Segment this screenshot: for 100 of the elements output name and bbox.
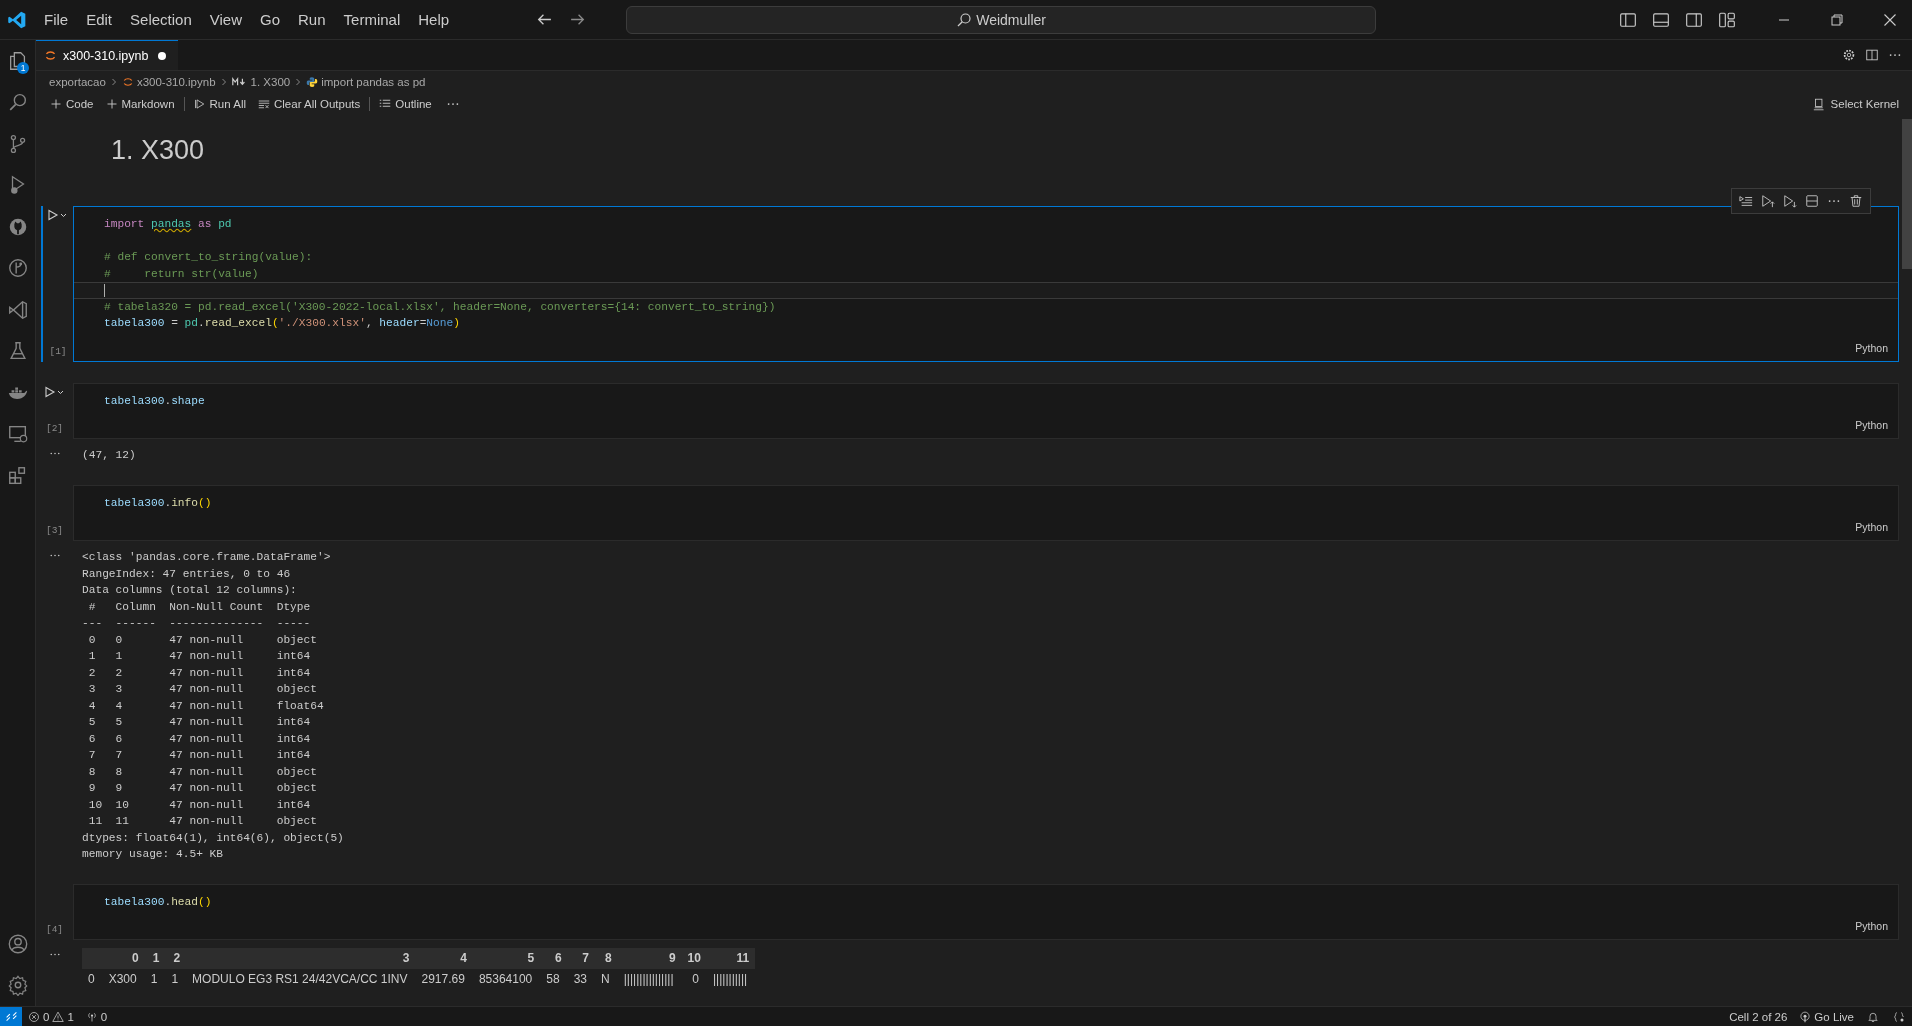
toolbar-button[interactable]: Clear All Outputs [252, 98, 367, 110]
row-index: 0 [82, 969, 103, 990]
output-line: dtypes: float64(1), int64(6), object(5) [82, 830, 344, 846]
code-cell[interactable]: tabela300.info() Python [73, 484, 1899, 541]
chevron-icon [220, 77, 227, 87]
run-cell-icon[interactable] [47, 209, 69, 221]
language-label[interactable]: Python [1855, 521, 1888, 533]
execution-count: [3] [45, 525, 64, 536]
execution-count: [4] [45, 924, 64, 935]
column-header: 5 [472, 948, 541, 969]
toolbar-button[interactable]: Markdown [99, 98, 181, 110]
menu-item[interactable]: Go [251, 6, 289, 33]
braces-icon[interactable] [1893, 1010, 1905, 1023]
column-header: 7 [567, 948, 595, 969]
plus-icon [105, 98, 118, 110]
run-cell-icon[interactable] [43, 385, 66, 398]
split-cell-icon[interactable] [1805, 194, 1819, 208]
trash-icon[interactable] [1849, 194, 1863, 208]
code-line: # tabela320 = pd.read_excel('X300-2022-local.xlsx', header=None, converters={14: convert_to_string}) [103, 299, 777, 315]
output-line: memory usage: 4.5+ KB [82, 847, 224, 862]
code-line: tabela300.info() [103, 495, 213, 511]
output-line: --- ------ -------------- ----- [82, 616, 312, 631]
language-label[interactable]: Python [1855, 419, 1888, 431]
toolbar-button[interactable]: Run All [187, 98, 252, 110]
language-label[interactable]: Python [1855, 920, 1888, 932]
table-cell: ||||||||||| [706, 969, 756, 990]
settings-icon[interactable] [1842, 48, 1856, 62]
menu-item[interactable]: View [200, 6, 251, 33]
plus-icon [50, 98, 62, 110]
broadcast-icon [1799, 1010, 1812, 1023]
bell-icon[interactable] [1867, 1010, 1879, 1023]
split-editor-icon[interactable] [1865, 48, 1879, 62]
breadcrumb-item[interactable]: import pandas as pd [321, 76, 426, 88]
branch-circle-icon[interactable] [6, 257, 29, 280]
close-icon[interactable] [1882, 11, 1898, 28]
table-cell: 58 [540, 969, 568, 990]
column-header: 1 [144, 948, 166, 969]
output-more-icon[interactable] [48, 952, 61, 957]
output-line: 11 11 47 non-null object [87, 814, 318, 829]
output-line: 7 7 47 non-null int64 [87, 748, 312, 763]
account-icon[interactable] [6, 932, 29, 955]
ribbon-icon[interactable] [6, 298, 29, 321]
menu-item[interactable]: Help [409, 6, 459, 33]
code-line: tabela300.head() [103, 894, 213, 910]
output-more-icon[interactable] [48, 553, 61, 558]
run-above-icon[interactable] [1761, 194, 1775, 208]
output-line: Data columns (total 12 columns): [82, 583, 298, 598]
kernel-picker[interactable]: Select Kernel [1812, 97, 1899, 111]
code-line: # return str(value) [103, 266, 260, 282]
editor-tab[interactable]: x300-310.ipynb [36, 40, 179, 70]
cell-position[interactable]: Cell 2 of 26 [1723, 1010, 1794, 1023]
problems-status[interactable]: 0 1 [22, 1010, 80, 1023]
output-more-icon[interactable] [48, 451, 61, 456]
go-live-button[interactable]: Go Live [1793, 1010, 1860, 1023]
tab-label: x300-310.ipynb [63, 48, 149, 63]
run-lines-icon[interactable] [1739, 194, 1753, 208]
table-cell: MODULO EG3 RS1 24/42VCA/CC 1INV [186, 969, 416, 990]
sidebar-left-icon[interactable] [1619, 10, 1637, 29]
layout-icon[interactable] [1718, 10, 1736, 29]
panel-icon[interactable] [1652, 10, 1670, 29]
breadcrumb-item[interactable]: x300-310.ipynb [136, 76, 216, 88]
table-cell: 2917.69 [415, 969, 473, 990]
column-header: 8 [595, 948, 618, 969]
remote-button[interactable] [0, 1007, 22, 1026]
language-label[interactable]: Python [1855, 341, 1888, 354]
menu-item[interactable]: File [35, 6, 78, 33]
sidebar-right-icon[interactable] [1685, 10, 1703, 29]
app-logo-icon [7, 9, 27, 30]
toolbar-button[interactable]: Code [44, 98, 100, 110]
output-line: RangeIndex: 47 entries, 0 to 46 [82, 566, 292, 582]
output-line: <class 'pandas.core.frame.DataFrame'> [82, 550, 332, 565]
code-cell[interactable] [73, 206, 1899, 362]
execution-count: [2] [45, 423, 64, 434]
notebook-icon [121, 76, 134, 88]
code-cell[interactable]: tabela300.head() Python [73, 883, 1899, 940]
table-cell: 1 [144, 969, 166, 990]
ports-status[interactable]: 0 [79, 1010, 114, 1023]
menu-item[interactable]: Terminal [334, 6, 410, 33]
ports-count: 0 [100, 1010, 108, 1023]
code-cell[interactable]: tabela300.shape Python [73, 382, 1899, 439]
column-header: 9 [617, 948, 682, 969]
command-center[interactable]: Weidmuller [626, 5, 1377, 34]
execution-count: [1] [49, 345, 67, 357]
output-line: (47, 12) [82, 448, 136, 463]
restore-icon[interactable] [1829, 11, 1845, 28]
toolbar-button[interactable]: Outline [373, 98, 438, 110]
menu-item[interactable]: Selection [121, 6, 201, 33]
menu-item[interactable]: Run [289, 6, 335, 33]
menu-item[interactable]: Edit [77, 6, 122, 33]
chevron-icon [295, 77, 302, 87]
table-cell: 33 [567, 969, 595, 990]
markdown-icon [231, 77, 248, 87]
table-cell: |||||||||||||||| [617, 969, 682, 990]
breadcrumb-item[interactable]: 1. X300 [250, 76, 291, 88]
error-icon [28, 1010, 40, 1023]
breadcrumb-item[interactable]: exportacao [49, 76, 106, 88]
scrollbar-thumb[interactable] [1902, 119, 1912, 269]
run-below-icon[interactable] [1783, 194, 1797, 208]
gear-icon[interactable] [6, 974, 29, 997]
code-line: import pandas as pd [103, 217, 233, 232]
